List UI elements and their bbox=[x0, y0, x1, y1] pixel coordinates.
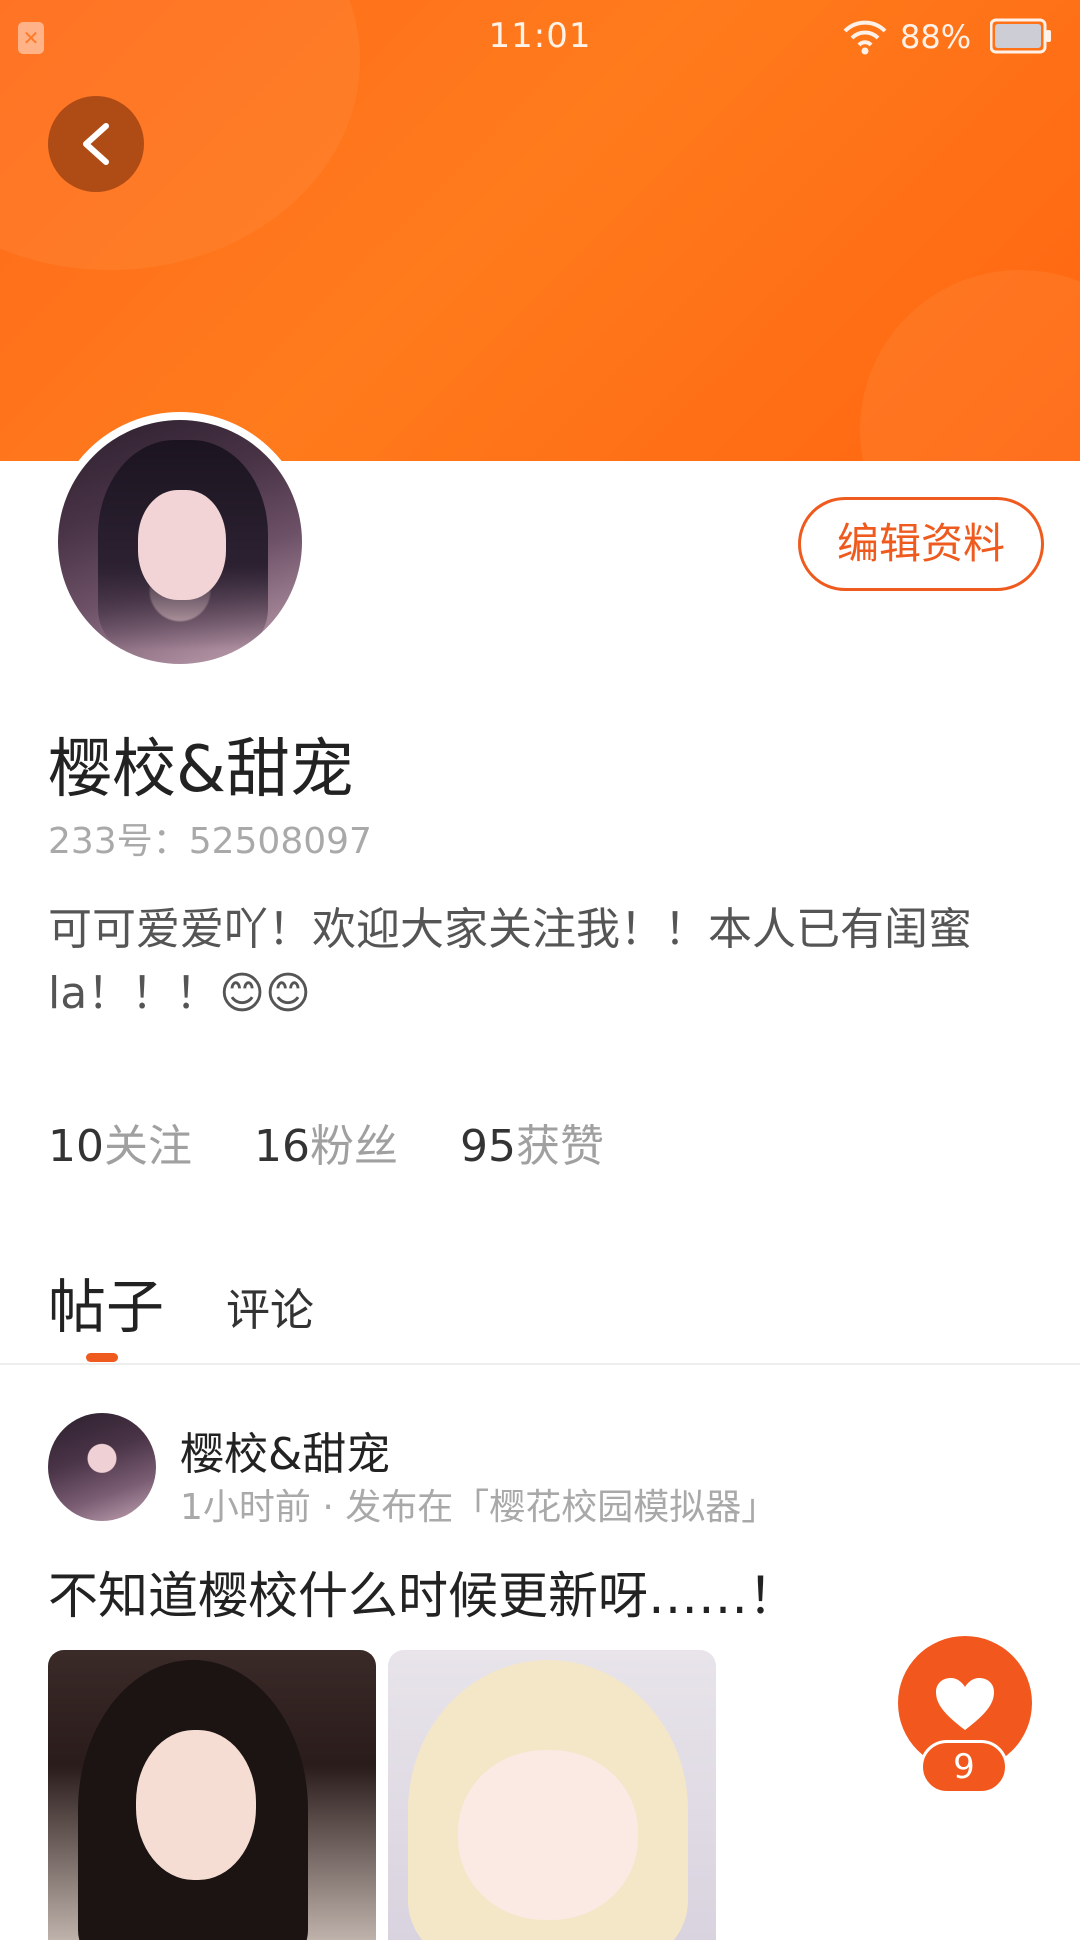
like-count: 9 bbox=[920, 1740, 1008, 1794]
battery-icon bbox=[990, 18, 1051, 54]
divider bbox=[0, 1363, 1080, 1365]
back-button[interactable] bbox=[48, 96, 144, 192]
stat-label: 关注 bbox=[104, 1121, 192, 1172]
avatar-image bbox=[58, 420, 302, 664]
post-meta: 1小时前 · 发布在「樱花校园模拟器」 bbox=[180, 1487, 778, 1528]
stat-value: 95 bbox=[460, 1121, 516, 1172]
post-image-1[interactable] bbox=[48, 1650, 376, 1940]
edit-profile-button[interactable]: 编辑资料 bbox=[798, 497, 1044, 591]
stat-following[interactable]: 10关注 bbox=[48, 1110, 192, 1174]
chevron-left-icon bbox=[83, 123, 109, 165]
stat-value: 10 bbox=[48, 1121, 104, 1172]
heart-icon bbox=[936, 1678, 994, 1730]
profile-stats: 10关注 16粉丝 95获赞 bbox=[48, 1110, 604, 1174]
post-author-avatar[interactable] bbox=[48, 1413, 156, 1521]
profile-user-id: 233号：52508097 bbox=[48, 821, 372, 862]
stat-label: 获赞 bbox=[516, 1121, 604, 1172]
tab-indicator bbox=[86, 1353, 118, 1362]
status-bar: ✕ 11:01 88% bbox=[0, 0, 1080, 76]
profile-bio: 可可爱爱吖！欢迎大家关注我！！本人已有闺蜜la！！！😊😊 bbox=[48, 904, 972, 1019]
profile-avatar[interactable] bbox=[50, 412, 310, 672]
post-text[interactable]: 不知道樱校什么时候更新呀……！ bbox=[48, 1556, 798, 1628]
profile-username: 樱校&甜宠 bbox=[48, 733, 354, 807]
stat-label: 粉丝 bbox=[310, 1121, 398, 1172]
post-image-2[interactable] bbox=[388, 1650, 716, 1940]
profile-tabs: 帖子 评论 bbox=[48, 1260, 314, 1344]
battery-percent: 88% bbox=[900, 18, 972, 56]
wifi-icon bbox=[843, 20, 887, 55]
stat-value: 16 bbox=[254, 1121, 310, 1172]
tab-posts[interactable]: 帖子 bbox=[48, 1260, 164, 1344]
stat-followers[interactable]: 16粉丝 bbox=[254, 1110, 398, 1174]
tab-comments[interactable]: 评论 bbox=[226, 1274, 314, 1344]
post-author-name[interactable]: 樱校&甜宠 bbox=[180, 1418, 390, 1482]
stat-likes[interactable]: 95获赞 bbox=[460, 1110, 604, 1174]
banner-decoration bbox=[860, 270, 1080, 461]
